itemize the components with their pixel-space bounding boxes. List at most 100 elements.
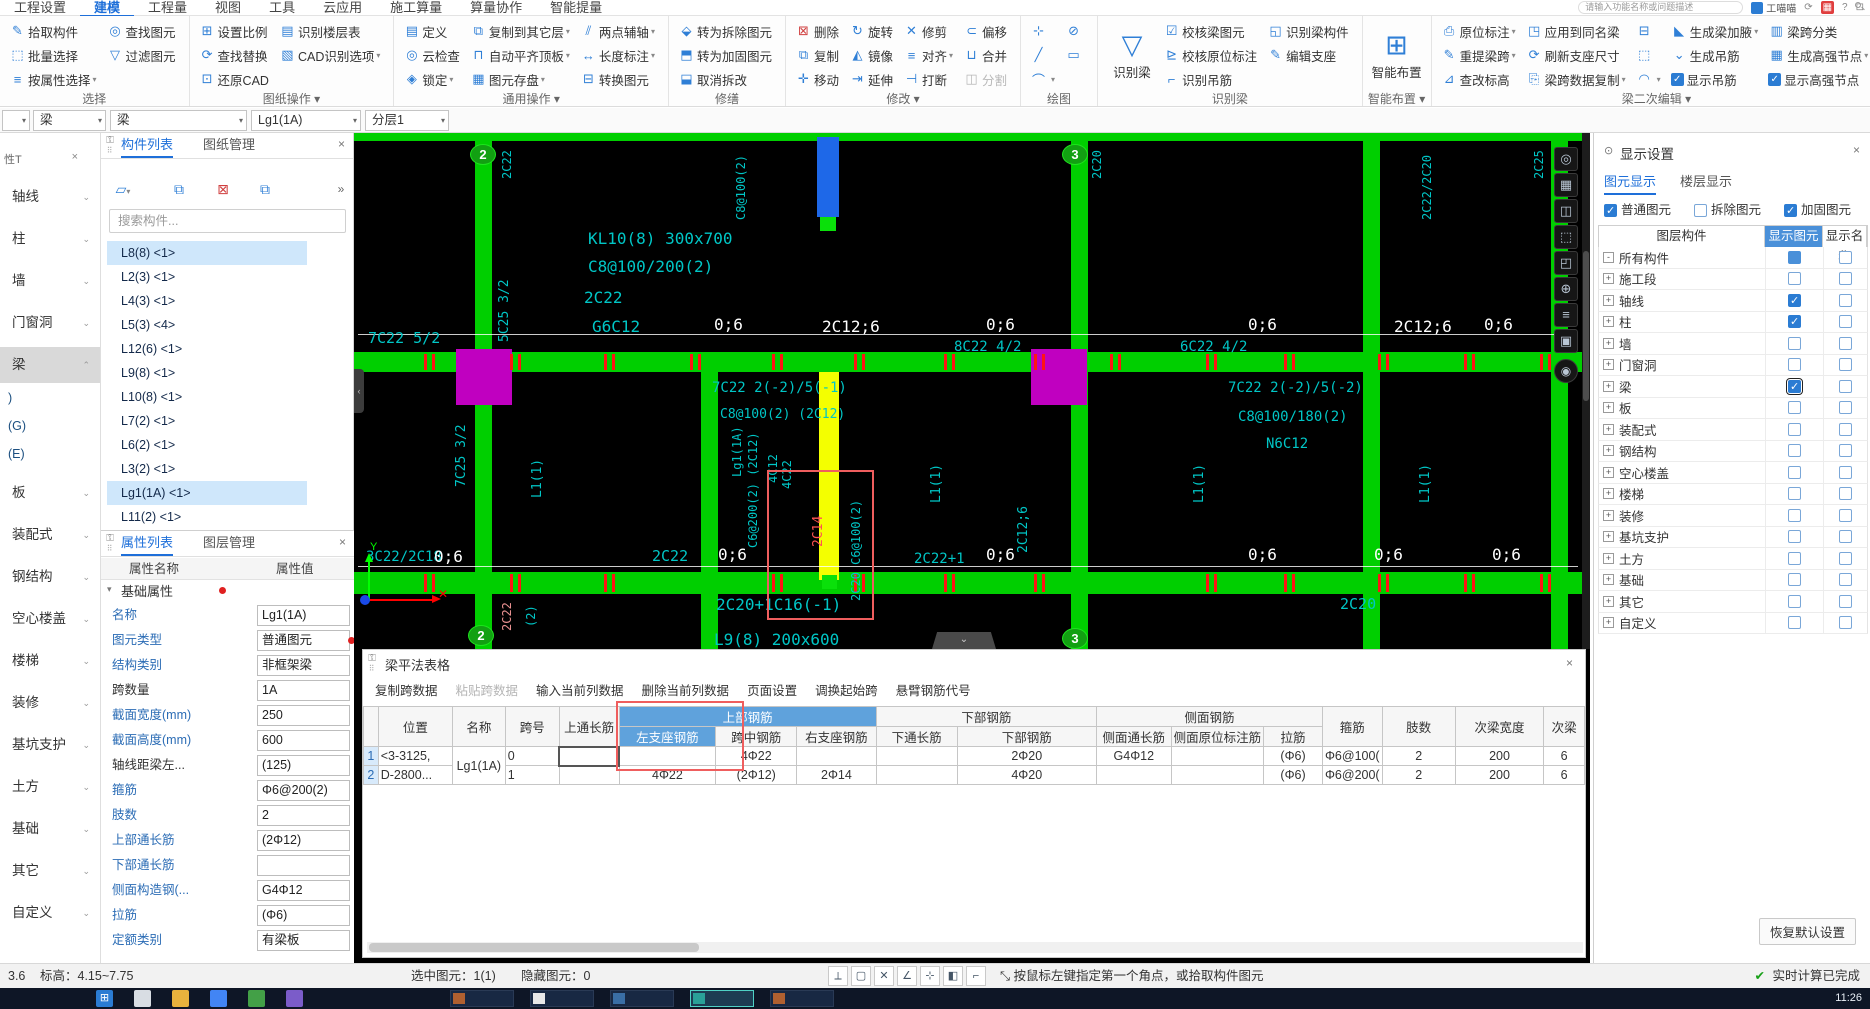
- show-name-checkbox[interactable]: [1839, 487, 1852, 501]
- show-element-checkbox[interactable]: [1788, 573, 1801, 587]
- col-header-下通长筋[interactable]: 下通长筋: [875, 726, 958, 747]
- property-value-input[interactable]: 有梁板: [257, 930, 350, 951]
- show-element-checkbox[interactable]: [1788, 444, 1801, 458]
- button-tool[interactable]: ◠ ▾: [1633, 67, 1664, 91]
- collapse-bottom-button[interactable]: ⌄: [932, 632, 996, 649]
- new-component-icon[interactable]: ▱▾: [111, 177, 135, 201]
- table-cell[interactable]: G4Φ12: [1095, 746, 1172, 766]
- table-cell[interactable]: <3-3125,: [377, 746, 453, 766]
- expand-icon[interactable]: +: [1603, 423, 1614, 435]
- table-cell[interactable]: 6: [1543, 765, 1585, 785]
- button-批量选择[interactable]: ⬚ 批量选择: [6, 43, 100, 67]
- show-element-checkbox[interactable]: [1788, 465, 1801, 479]
- button-查找图元[interactable]: ◎ 查找图元: [104, 19, 179, 43]
- grid-col-显示图元[interactable]: 显示图元: [1765, 226, 1823, 247]
- sidebar-item-)[interactable]: ): [0, 385, 100, 411]
- filter-加固图元[interactable]: 加固图元: [1784, 199, 1851, 218]
- button-偏移[interactable]: ⊂ 偏移: [960, 19, 1010, 43]
- selector-combo-1[interactable]: 梁 ▾: [33, 110, 106, 131]
- tab-视图[interactable]: 视图: [201, 0, 255, 15]
- sidebar-item-装配式[interactable]: 装配式 ⌄: [0, 517, 100, 553]
- tab-智能提量[interactable]: 智能提量: [536, 0, 616, 15]
- tab-工具[interactable]: 工具: [255, 0, 309, 15]
- button-tool[interactable]: ⌒ ▾: [1027, 67, 1058, 91]
- button-查改标高[interactable]: ⊿ 查改标高: [1438, 67, 1519, 91]
- table-cell-name[interactable]: Lg1(1A): [451, 746, 506, 785]
- lock-icon[interactable]: ⚿ ⠿: [104, 136, 116, 156]
- col-header-名称[interactable]: 名称: [451, 706, 506, 747]
- col-header-跨号[interactable]: 跨号: [504, 706, 560, 747]
- button-自动平齐顶板[interactable]: ⊓ 自动平齐顶板 ▾: [467, 43, 573, 67]
- taskbar-icon-5[interactable]: [286, 990, 303, 1007]
- button-生成高强节点[interactable]: ▦ 生成高强节点 ▾: [1765, 43, 1870, 67]
- button-tool[interactable]: ⊘: [1062, 19, 1087, 43]
- sidebar-item-柱[interactable]: 柱 ⌄: [0, 221, 100, 257]
- button-修剪[interactable]: ✕ 修剪: [900, 19, 956, 43]
- expand-icon[interactable]: +: [1603, 466, 1614, 478]
- col-header-次梁宽度[interactable]: 次梁宽度: [1454, 706, 1545, 747]
- button-重提梁跨[interactable]: ✎ 重提梁跨 ▾: [1438, 43, 1519, 67]
- status-tool-1[interactable]: ▢: [851, 966, 871, 986]
- sidebar-item-钢结构[interactable]: 钢结构 ⌄: [0, 559, 100, 595]
- col-header-肢数[interactable]: 肢数: [1381, 706, 1456, 747]
- button-梁跨分类[interactable]: ▥ 梁跨分类: [1765, 19, 1870, 43]
- button-原位标注[interactable]: ⎙ 原位标注 ▾: [1438, 19, 1519, 43]
- live-badge-icon[interactable]: ▦: [1820, 1, 1835, 14]
- show-name-checkbox[interactable]: [1839, 250, 1852, 264]
- button-转换图元[interactable]: ⊟ 转换图元: [577, 67, 658, 91]
- lock-icon[interactable]: ⚿ ⠿: [366, 654, 378, 674]
- button-CAD识别选项[interactable]: ▧ CAD识别选项 ▾: [276, 43, 383, 67]
- status-tool-0[interactable]: ⟂: [828, 966, 848, 986]
- table-cell[interactable]: [1095, 765, 1172, 785]
- sidebar-item-梁[interactable]: 梁 ⌃: [0, 347, 100, 383]
- property-value-input[interactable]: 2: [257, 805, 350, 826]
- show-name-checkbox[interactable]: [1839, 315, 1852, 329]
- show-element-checkbox[interactable]: [1788, 315, 1801, 329]
- sidebar-item-基础[interactable]: 基础 ⌄: [0, 811, 100, 847]
- table-cell[interactable]: 2: [1381, 765, 1456, 785]
- button-tool[interactable]: ⬚: [1633, 43, 1664, 67]
- table-cell[interactable]: (Φ6): [1263, 746, 1323, 766]
- button-校核梁图元[interactable]: ☑ 校核梁图元: [1160, 19, 1260, 43]
- table-cell[interactable]: Φ6@100(: [1321, 746, 1383, 766]
- canvas-vscrollbar[interactable]: [1582, 133, 1590, 649]
- expand-icon[interactable]: +: [1603, 359, 1614, 371]
- show-name-checkbox[interactable]: [1839, 551, 1852, 565]
- taskbar-icon-0[interactable]: ⊞: [96, 990, 113, 1007]
- show-element-checkbox[interactable]: [1788, 508, 1801, 522]
- expand-icon[interactable]: +: [1603, 488, 1614, 500]
- button-智能布置[interactable]: ⊞ 智能布置: [1369, 19, 1425, 91]
- tab-floor-display[interactable]: 楼层显示: [1680, 171, 1732, 193]
- expand-icon[interactable]: +: [1603, 294, 1614, 306]
- status-tool-6[interactable]: ⌐: [966, 966, 986, 986]
- show-element-checkbox[interactable]: [1788, 293, 1801, 307]
- sidebar-item-空心楼盖[interactable]: 空心楼盖 ⌄: [0, 601, 100, 637]
- status-tool-2[interactable]: ✕: [874, 966, 894, 986]
- show-element-checkbox[interactable]: [1788, 401, 1801, 415]
- show-name-checkbox[interactable]: [1839, 465, 1852, 479]
- button-延伸[interactable]: ⇥ 延伸: [846, 67, 896, 91]
- col-header-次梁[interactable]: 次梁: [1543, 706, 1585, 747]
- table-hscrollbar[interactable]: [367, 942, 1583, 953]
- filter-普通图元[interactable]: 普通图元: [1604, 199, 1671, 218]
- property-value-input[interactable]: [257, 855, 350, 876]
- checkbox[interactable]: [1694, 204, 1707, 218]
- compass-icon[interactable]: ◉: [1554, 359, 1578, 383]
- expand-icon[interactable]: +: [1603, 445, 1614, 457]
- col-header-index[interactable]: [363, 706, 379, 747]
- expand-icon[interactable]: +: [1603, 552, 1614, 564]
- view-tool-6[interactable]: ≡: [1554, 303, 1578, 327]
- button-应用到同名梁[interactable]: ◳ 应用到同名梁: [1523, 19, 1629, 43]
- property-value-input[interactable]: G4Φ12: [257, 880, 350, 901]
- list-item-L5(3)[interactable]: L5(3) <4>: [107, 313, 307, 337]
- button-查找替换[interactable]: ⟳ 查找替换: [196, 43, 272, 67]
- show-element-checkbox[interactable]: [1788, 487, 1801, 501]
- table-cell[interactable]: 200: [1454, 765, 1545, 785]
- expand-icon[interactable]: -: [1603, 251, 1614, 263]
- button-图元存盘[interactable]: ▦ 图元存盘 ▾: [467, 67, 573, 91]
- sidebar-item-土方[interactable]: 土方 ⌄: [0, 769, 100, 805]
- property-value-input[interactable]: 250: [257, 705, 350, 726]
- show-element-checkbox[interactable]: [1788, 616, 1801, 630]
- close-icon[interactable]: ×: [338, 137, 345, 151]
- view-tool-1[interactable]: ▦: [1554, 173, 1578, 197]
